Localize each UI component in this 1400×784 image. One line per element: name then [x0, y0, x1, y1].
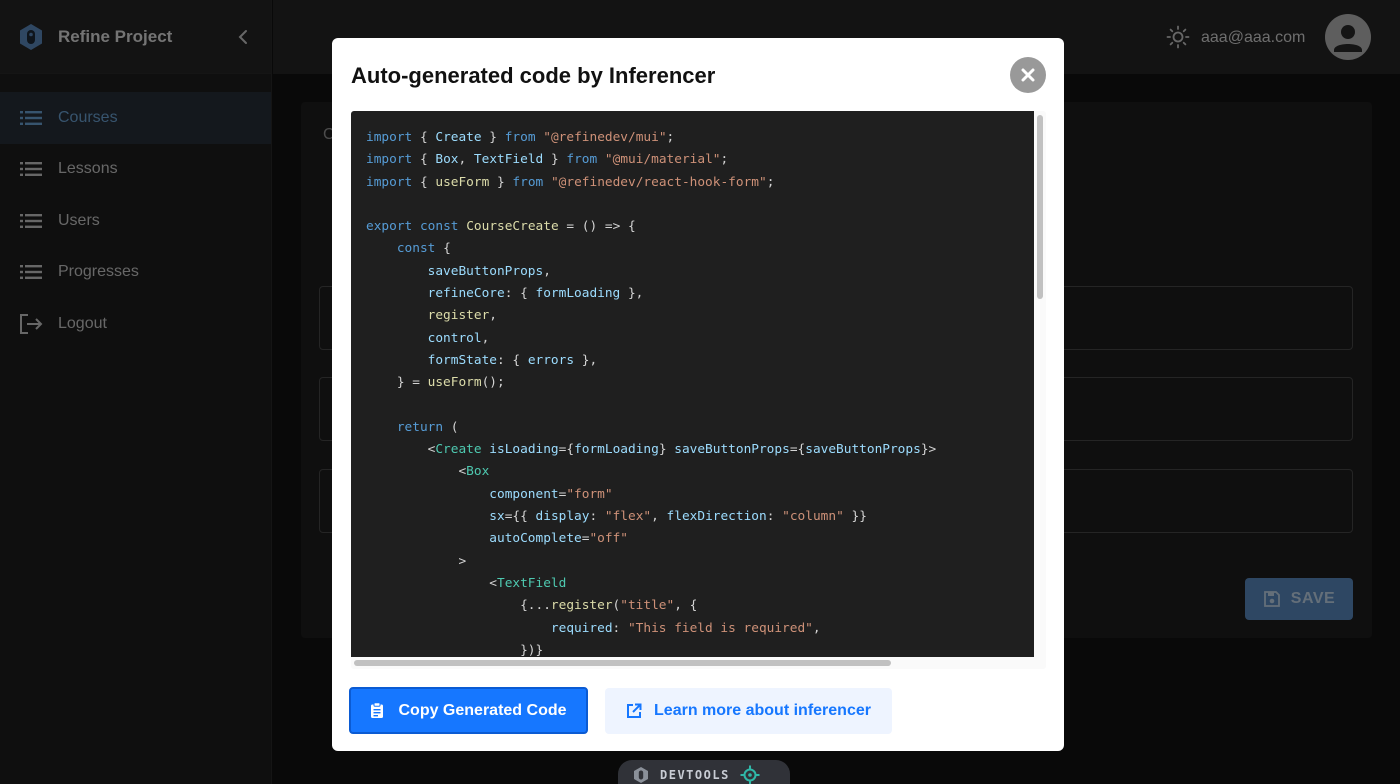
- horizontal-scrollbar[interactable]: [351, 657, 1034, 669]
- learn-more-label: Learn more about inferencer: [654, 702, 871, 719]
- modal-title: Auto-generated code by Inferencer: [351, 63, 716, 88]
- copy-code-label: Copy Generated Code: [398, 701, 567, 719]
- vertical-scrollbar[interactable]: [1034, 111, 1046, 669]
- external-link-icon: [627, 703, 642, 718]
- generated-code: import { Create } from "@refinedev/mui";…: [366, 130, 937, 657]
- code-block[interactable]: import { Create } from "@refinedev/mui";…: [351, 111, 1046, 669]
- close-button[interactable]: [1010, 57, 1046, 93]
- close-icon: [1021, 68, 1035, 82]
- copy-code-button[interactable]: Copy Generated Code: [349, 687, 588, 734]
- devtools-panel[interactable]: DEVTOOLS: [618, 760, 790, 784]
- code-area: import { Create } from "@refinedev/mui";…: [351, 111, 1034, 657]
- vertical-scrollbar-thumb[interactable]: [1037, 115, 1043, 299]
- devtools-label: DEVTOOLS: [660, 768, 730, 782]
- crosshair-icon[interactable]: [740, 765, 760, 784]
- clipboard-icon: [371, 702, 384, 718]
- inferencer-modal: Auto-generated code by Inferencer import…: [332, 38, 1064, 751]
- learn-more-link[interactable]: Learn more about inferencer: [605, 688, 892, 734]
- horizontal-scrollbar-thumb[interactable]: [354, 660, 891, 666]
- refine-logo-icon: [634, 767, 648, 783]
